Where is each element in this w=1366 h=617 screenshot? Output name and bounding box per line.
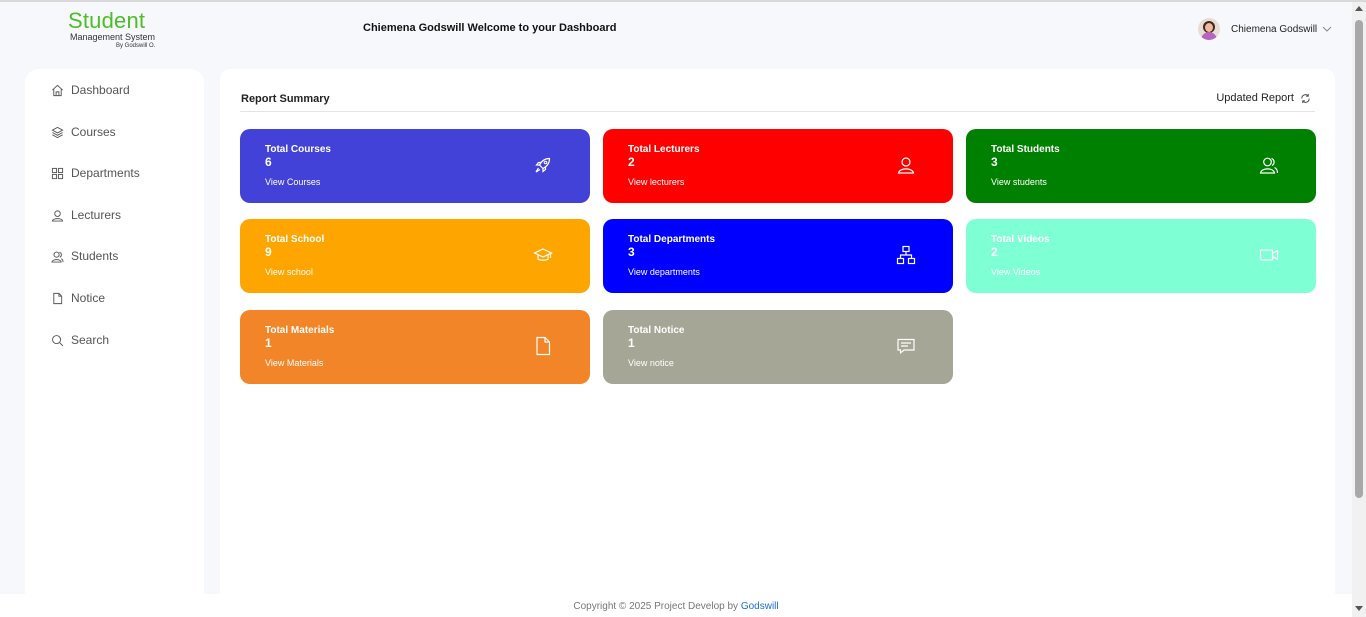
logo-by: By Godswill O. [116, 43, 156, 49]
divider [240, 111, 1315, 112]
card-title: Total Notice [628, 325, 685, 336]
welcome-text: Chiemena Godswill Welcome to your Dashbo… [363, 22, 617, 34]
user-menu[interactable]: Chiemena Godswill [1198, 16, 1332, 42]
rocket-icon [535, 157, 551, 173]
card-title: Total Courses [265, 144, 331, 155]
page-title: Report Summary [241, 93, 330, 105]
card-total-students[interactable]: Total Students 3 View students [966, 129, 1316, 203]
sidebar-item-label: Search [71, 333, 110, 347]
search-icon [52, 334, 64, 346]
scrollbar-thumb[interactable] [1355, 20, 1363, 498]
layers-icon [51, 126, 64, 138]
refresh-icon [1301, 93, 1310, 103]
sidebar-item-label: Notice [71, 291, 106, 305]
scroll-down-arrow-icon[interactable] [1355, 606, 1363, 611]
sidebar-item-search[interactable]: Search [51, 331, 109, 349]
sidebar-item-label: Dashboard [71, 83, 130, 97]
avatar[interactable] [1198, 18, 1220, 40]
sidebar-item-lecturers[interactable]: Lecturers [51, 206, 121, 224]
main-panel: Report Summary Updated Report Total Cour… [220, 69, 1335, 599]
user-icon [51, 209, 64, 222]
card-total-departments[interactable]: Total Departments 3 View departments [603, 219, 953, 293]
home-icon [52, 84, 63, 96]
card-title: Total Materials [265, 325, 335, 336]
user-icon [897, 157, 915, 174]
card-total-courses[interactable]: Total Courses 6 View Courses [240, 129, 590, 203]
scroll-up-arrow-icon[interactable] [1355, 6, 1363, 11]
footer: Copyright © 2025 Project Develop by Gods… [0, 594, 1352, 617]
card-count: 3 [991, 155, 998, 169]
card-total-videos[interactable]: Total Videos 2 View Videos [966, 219, 1316, 293]
scrollbar[interactable] [1352, 2, 1366, 617]
card-link[interactable]: View students [991, 177, 1047, 187]
users-icon [1259, 157, 1279, 174]
card-count: 1 [628, 336, 635, 350]
card-link[interactable]: View school [265, 267, 313, 277]
card-count: 2 [628, 155, 635, 169]
card-count: 9 [265, 245, 272, 259]
card-total-school[interactable]: Total School 9 View school [240, 219, 590, 293]
graduation-cap-icon [533, 248, 553, 261]
card-link[interactable]: View departments [628, 267, 700, 277]
sitemap-icon [896, 245, 916, 265]
card-link[interactable]: View notice [628, 358, 674, 368]
video-icon [1259, 249, 1279, 261]
sidebar-item-dashboard[interactable]: Dashboard [51, 81, 130, 99]
footer-text: Copyright © 2025 Project Develop by Gods… [0, 601, 1352, 612]
copyright-text: Copyright © 2025 Project Develop by [573, 601, 739, 612]
card-link[interactable]: View Videos [991, 267, 1040, 277]
updated-report-button[interactable]: Updated Report [1216, 92, 1311, 104]
chevron-down-icon[interactable] [1322, 24, 1332, 34]
updated-report-label: Updated Report [1216, 92, 1294, 104]
card-title: Total Students [991, 144, 1060, 155]
footer-author-link[interactable]: Godswill [741, 601, 779, 612]
sidebar-item-label: Departments [71, 166, 140, 180]
logo-subtitle: Management System [70, 32, 156, 42]
card-count: 2 [991, 245, 998, 259]
card-count: 6 [265, 155, 272, 169]
header: Student Management System By Godswill O.… [0, 2, 1352, 58]
card-total-materials[interactable]: Total Materials 1 View Materials [240, 310, 590, 384]
card-link[interactable]: View Materials [265, 358, 323, 368]
grid-icon [51, 167, 64, 179]
sidebar-item-label: Students [71, 249, 119, 263]
logo-title: Student [68, 8, 146, 33]
sidebar-item-students[interactable]: Students [51, 247, 118, 265]
sidebar-item-label: Courses [71, 125, 116, 139]
card-total-lecturers[interactable]: Total Lecturers 2 View lecturers [603, 129, 953, 203]
card-title: Total School [265, 234, 325, 245]
users-icon [51, 251, 64, 263]
sidebar-item-departments[interactable]: Departments [51, 164, 140, 182]
card-link[interactable]: View Courses [265, 177, 320, 187]
card-title: Total Departments [628, 234, 716, 245]
card-title: Total Videos [991, 234, 1050, 245]
logo[interactable]: Student Management System By Godswill O. [68, 10, 168, 54]
card-count: 1 [265, 336, 272, 350]
card-link[interactable]: View lecturers [628, 177, 684, 187]
message-icon [897, 338, 915, 355]
user-name[interactable]: Chiemena Godswill [1231, 24, 1317, 35]
card-count: 3 [628, 245, 635, 259]
sidebar: Dashboard Courses Departments Lecturers … [25, 69, 204, 599]
file-icon [53, 292, 63, 304]
sidebar-item-courses[interactable]: Courses [51, 123, 116, 141]
card-total-notice[interactable]: Total Notice 1 View notice [603, 310, 953, 384]
card-title: Total Lecturers [628, 144, 700, 155]
sidebar-item-notice[interactable]: Notice [51, 289, 105, 307]
file-icon [536, 336, 551, 356]
sidebar-item-label: Lecturers [71, 208, 122, 222]
